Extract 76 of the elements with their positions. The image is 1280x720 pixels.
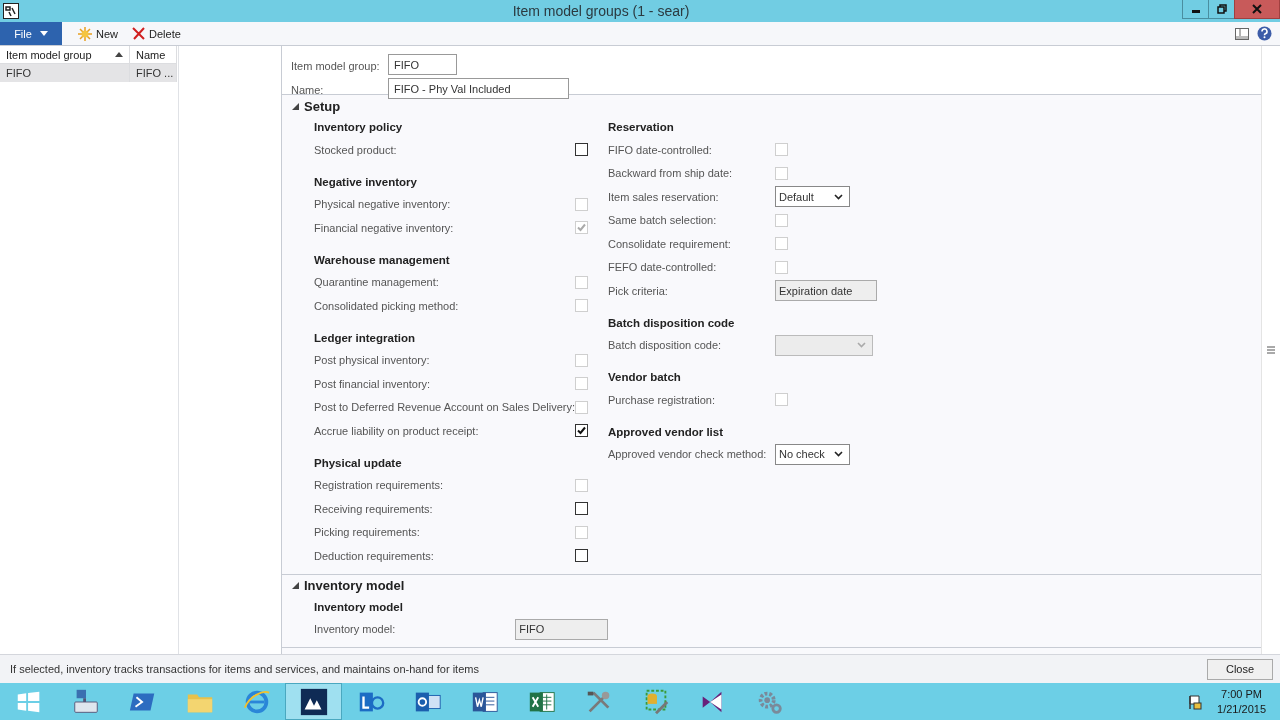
chevron-down-icon: [834, 193, 843, 200]
field-label: Deduction requirements:: [314, 549, 435, 562]
mountain-logo-icon[interactable]: [298, 686, 329, 717]
checkbox[interactable]: [575, 143, 588, 157]
field-label: Backward from ship date:: [608, 167, 734, 180]
star-icon: [78, 26, 92, 41]
checkbox[interactable]: [575, 549, 588, 563]
dropdown-field[interactable]: No check: [775, 443, 850, 465]
field-label: Post to Deferred Revenue Account on Sales Delivery:: [314, 401, 575, 414]
field-label: Post financial inventory:: [314, 377, 432, 390]
delete-icon: [132, 27, 145, 40]
text-field[interactable]: Expiration date: [775, 280, 877, 302]
field-label: Stocked product:: [314, 143, 398, 156]
field-label: Batch disposition code:: [608, 339, 723, 352]
clock-date[interactable]: 1/21/2015: [1217, 701, 1266, 717]
field-label: Name:: [291, 83, 325, 98]
field-label: FEFO date-controlled:: [608, 261, 718, 274]
group-heading: Approved vendor list: [608, 424, 725, 440]
checkbox[interactable]: [575, 424, 588, 438]
field-label: Pick criteria:: [608, 284, 669, 297]
panel-icon[interactable]: [1235, 27, 1249, 40]
field-label: Consolidated picking method:: [314, 299, 460, 312]
restore-icon: [1216, 4, 1227, 14]
field-label: Post physical inventory:: [314, 354, 431, 367]
text-field[interactable]: FIFO: [515, 618, 608, 640]
section-title[interactable]: Setup: [304, 98, 341, 114]
new-button[interactable]: New: [74, 26, 122, 41]
window-title: Item model groups (1 - sear): [511, 3, 691, 19]
group-heading: Batch disposition code: [608, 315, 736, 331]
group-heading: Ledger integration: [314, 330, 416, 346]
chevron-down-icon: [857, 342, 866, 349]
status-text: If selected, inventory tracks transactions for items and services, and maintains on-hand for items: [10, 663, 480, 675]
close-button[interactable]: [1234, 0, 1280, 19]
field-label: Registration requirements:: [314, 479, 444, 492]
field-label: Consolidate requirement:: [608, 237, 732, 250]
collapse-icon[interactable]: [292, 582, 299, 589]
table-cell[interactable]: FIFO: [0, 64, 130, 82]
collapse-icon[interactable]: [292, 102, 299, 110]
field-label: Quarantine management:: [314, 276, 440, 289]
group-heading: Warehouse management: [314, 252, 451, 268]
field-label: FIFO date-controlled:: [608, 143, 713, 156]
checkbox[interactable]: [575, 502, 588, 516]
field-label: Inventory model:: [314, 623, 397, 636]
field-label: Item model group:: [291, 59, 381, 74]
field-label: Item sales reservation:: [608, 190, 720, 203]
field-label: Financial negative inventory:: [314, 221, 455, 234]
minimize-button[interactable]: [1182, 0, 1209, 19]
group-heading: Reservation: [608, 120, 675, 135]
group-heading: Negative inventory: [314, 174, 418, 190]
clock-time[interactable]: 7:00 PM: [1221, 686, 1262, 702]
close-button[interactable]: Close: [1207, 658, 1273, 680]
dropdown-field[interactable]: Default: [775, 186, 850, 208]
field-label: Purchase registration:: [608, 393, 716, 406]
field-label: Physical negative inventory:: [314, 198, 452, 211]
group-heading: Physical update: [314, 455, 403, 471]
chevron-down-icon: [834, 451, 843, 458]
text-field[interactable]: FIFO: [388, 54, 457, 75]
file-menu[interactable]: File: [0, 22, 62, 45]
close-icon: [1252, 4, 1262, 14]
caret-icon: [39, 31, 48, 36]
scrollbar-grip-icon[interactable]: [1267, 346, 1275, 354]
delete-button[interactable]: Delete: [128, 26, 185, 41]
app-icon[interactable]: [3, 3, 19, 19]
text-field[interactable]: FIFO - Phy Val Included: [388, 78, 569, 99]
field-label: Receiving requirements:: [314, 502, 434, 515]
section-title[interactable]: Inventory model: [304, 578, 405, 593]
field-label: Picking requirements:: [314, 526, 421, 539]
group-heading: Inventory policy: [314, 120, 404, 135]
help-icon[interactable]: [1257, 26, 1272, 41]
group-heading: Vendor batch: [608, 370, 682, 385]
field-label: Approved vendor check method:: [608, 448, 768, 461]
tray-flag-icon[interactable]: [1187, 693, 1204, 710]
field-label: Same batch selection:: [608, 214, 718, 227]
group-heading: Inventory model: [314, 599, 404, 615]
field-label: Accrue liability on product receipt:: [314, 424, 480, 437]
table-cell[interactable]: FIFO ...: [130, 64, 177, 82]
